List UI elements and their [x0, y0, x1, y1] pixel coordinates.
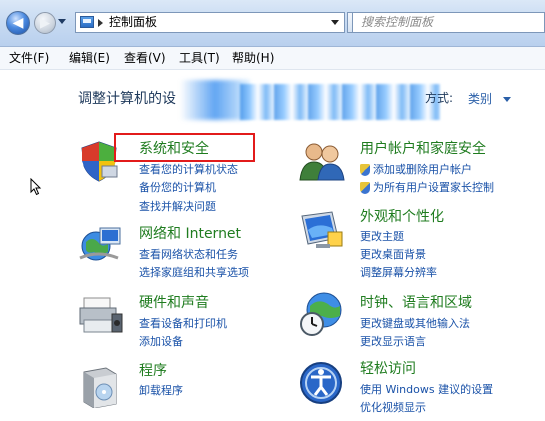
category-clock-language-region[interactable]: 时钟、语言和区域 [360, 294, 472, 312]
network-globe-icon[interactable] [78, 224, 122, 264]
link-view-computer-status[interactable]: 查看您的计算机状态 [139, 162, 238, 177]
category-user-accounts[interactable]: 用户帐户和家庭安全 [360, 140, 486, 158]
breadcrumb-arrow-icon[interactable] [98, 19, 103, 27]
appearance-monitor-icon[interactable] [298, 210, 346, 252]
link-backup-computer[interactable]: 备份您的计算机 [139, 180, 216, 195]
control-panel-content: 调整计算机的设 方式: 类别 系统和安全 查看您的计算机状态 备份您的计算机 查… [0, 70, 545, 421]
link-optimize-video-display[interactable]: 优化视频显示 [360, 400, 426, 415]
menu-file[interactable]: 文件(F) [9, 50, 49, 66]
page-title: 调整计算机的设 [78, 91, 176, 107]
shield-icon [360, 182, 370, 194]
link-network-status[interactable]: 查看网络状态和任务 [139, 247, 238, 262]
menu-edit[interactable]: 编辑(E) [69, 50, 110, 66]
mouse-cursor-icon [30, 178, 42, 196]
search-placeholder: 搜索控制面板 [361, 15, 434, 29]
printer-icon[interactable] [78, 294, 124, 336]
shield-icon [360, 164, 370, 176]
address-history-dropdown-icon[interactable] [331, 20, 339, 25]
programs-box-icon[interactable] [78, 364, 122, 408]
link-windows-recommended-settings[interactable]: 使用 Windows 建议的设置 [360, 382, 493, 397]
recent-pages-dropdown-icon[interactable] [58, 19, 66, 24]
user-accounts-icon[interactable] [298, 140, 346, 182]
category-hardware-sound[interactable]: 硬件和声音 [139, 294, 209, 312]
category-ease-of-access[interactable]: 轻松访问 [360, 360, 416, 378]
menu-tools[interactable]: 工具(T) [179, 50, 220, 66]
view-by-select[interactable]: 类别 [468, 91, 492, 107]
link-uninstall-program[interactable]: 卸载程序 [139, 383, 183, 398]
link-devices-printers[interactable]: 查看设备和打印机 [139, 316, 227, 331]
menu-view[interactable]: 查看(V) [124, 50, 166, 66]
redaction-blur [240, 84, 440, 120]
category-programs[interactable]: 程序 [139, 362, 167, 380]
link-add-remove-accounts[interactable]: 添加或删除用户帐户 [373, 162, 472, 177]
address-toolbar: ◀ ▶ 控制面板 ⟳ 搜索控制面板 [0, 0, 545, 47]
arrow-left-icon: ◀ [12, 15, 24, 31]
control-panel-icon [80, 16, 94, 28]
link-change-desktop-background[interactable]: 更改桌面背景 [360, 247, 426, 262]
highlight-box [114, 133, 255, 162]
link-add-device[interactable]: 添加设备 [139, 334, 183, 349]
breadcrumb-control-panel[interactable]: 控制面板 [109, 15, 157, 30]
view-by-label: 方式: [425, 91, 454, 105]
search-input[interactable]: 搜索控制面板 [352, 12, 545, 33]
link-parental-controls[interactable]: 为所有用户设置家长控制 [373, 180, 494, 195]
forward-button[interactable]: ▶ [34, 12, 56, 34]
menu-help[interactable]: 帮助(H) [232, 50, 274, 66]
link-adjust-resolution[interactable]: 调整屏幕分辨率 [360, 265, 437, 280]
link-troubleshoot[interactable]: 查找并解决问题 [139, 199, 216, 214]
clock-globe-icon[interactable] [298, 290, 346, 338]
category-network-internet[interactable]: 网络和 Internet [139, 225, 241, 243]
ease-of-access-icon[interactable] [298, 360, 344, 406]
chevron-down-icon[interactable] [503, 97, 511, 102]
back-button[interactable]: ◀ [6, 11, 30, 35]
address-bar[interactable]: 控制面板 [75, 12, 345, 33]
category-appearance[interactable]: 外观和个性化 [360, 208, 444, 226]
arrow-right-icon: ▶ [40, 15, 50, 31]
link-change-theme[interactable]: 更改主题 [360, 229, 404, 244]
link-change-keyboard[interactable]: 更改键盘或其他输入法 [360, 316, 470, 331]
menu-bar: 文件(F) 编辑(E) 查看(V) 工具(T) 帮助(H) [0, 47, 545, 70]
link-homegroup-sharing[interactable]: 选择家庭组和共享选项 [139, 265, 249, 280]
link-change-display-language[interactable]: 更改显示语言 [360, 334, 426, 349]
